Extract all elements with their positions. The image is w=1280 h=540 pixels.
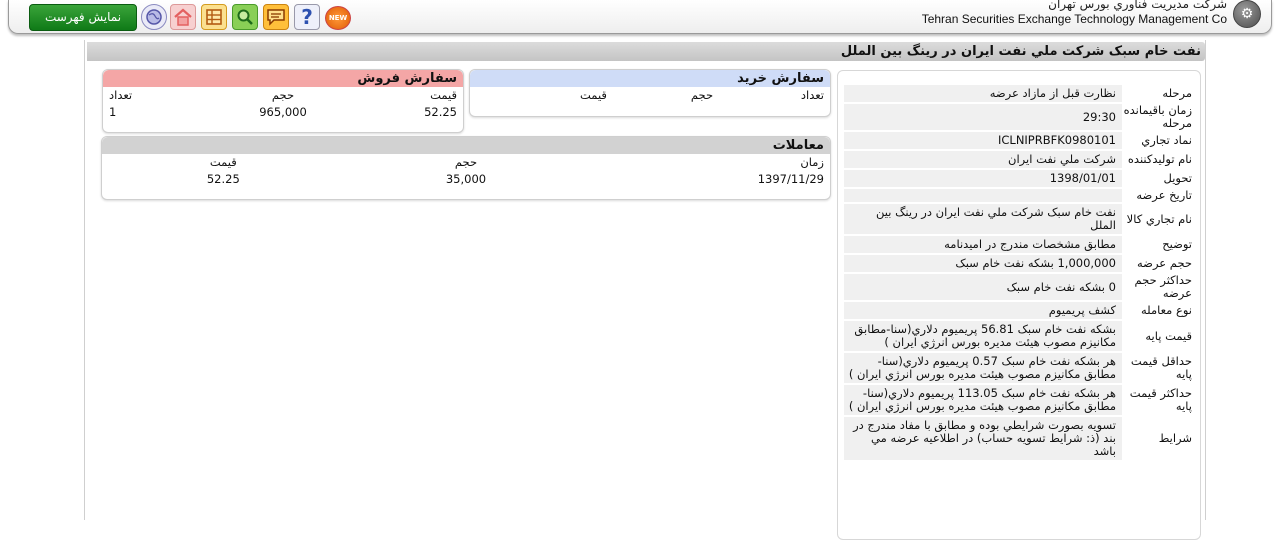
info-label: قيمت پايه [1145, 328, 1192, 343]
trades-col-time: زمان [800, 155, 824, 169]
info-row: نام توليدکننده شرکت ملي نفت ايران [844, 151, 1198, 168]
info-label: تحويل [1163, 171, 1192, 185]
info-row: مرحله نظارت قبل از مازاد عرضه [844, 85, 1198, 102]
info-row: نماد تجاري ICLNIPRBFK0980101 [844, 132, 1198, 149]
search-icon[interactable] [232, 4, 258, 30]
home-icon[interactable] [170, 4, 196, 30]
table-icon[interactable] [201, 4, 227, 30]
buy-col-volume: حجم [690, 88, 714, 102]
info-row: توضيح مطابق مشخصات مندرج در اميدنامه [844, 236, 1198, 253]
info-row: زمان باقيمانده مرحله 29:30 [844, 104, 1198, 130]
sell-price-cell: 52.25 [424, 105, 457, 119]
sell-col-price: قيمت [430, 88, 457, 102]
info-value: ICLNIPRBFK0980101 [844, 132, 1122, 149]
sell-volume-cell: 965,000 [259, 105, 307, 119]
company-name-fa: شرکت مديريت فناوري بورس تهران [1048, 0, 1227, 11]
info-label: حداکثر قيمت پايه [1129, 386, 1192, 413]
header-bar: ⚙ شرکت مديريت فناوري بورس تهران Tehran S… [8, 0, 1272, 34]
info-value: تسويه بصورت شرايطي بوده و مطابق با مفاد … [844, 417, 1122, 460]
info-value: 1,000,000 بشکه نفت خام سبک [844, 255, 1122, 272]
info-value: بشکه نفت خام سبک 56.81 پريميوم دلاري(سنا… [844, 321, 1122, 351]
info-value: کشف پريميوم [844, 302, 1122, 319]
table-row[interactable]: 52.25 965,000 1 [103, 104, 463, 121]
info-row: حداقل قيمت پايه هر بشکه نفت خام سبک 0.57 … [844, 353, 1198, 383]
info-value: 1398/01/01 [844, 170, 1122, 187]
info-label: حجم عرضه [1137, 256, 1192, 270]
info-row: تحويل 1398/01/01 [844, 170, 1198, 187]
info-value: هر بشکه نفت خام سبک 113.05 پريميوم دلاري… [844, 385, 1122, 415]
info-value: شرکت ملي نفت ايران [844, 151, 1122, 168]
trade-price-cell: 52.25 [206, 172, 240, 186]
info-value: هر بشکه نفت خام سبک 0.57 پريميوم دلاري(س… [844, 353, 1122, 383]
info-label: نماد تجاري [1141, 133, 1192, 147]
info-label: تاريخ عرضه [1136, 188, 1192, 202]
info-value: مطابق مشخصات مندرج در اميدنامه [844, 236, 1122, 253]
table-row[interactable]: 1397/11/29 35,000 52.25 [102, 171, 830, 188]
buy-orders-title: سفارش خريد [470, 70, 830, 87]
info-label: مرحله [1162, 86, 1192, 100]
info-value: نظارت قبل از مازاد عرضه [844, 85, 1122, 102]
info-label: نام توليدکننده [1127, 152, 1192, 166]
buy-col-count: تعداد [800, 88, 824, 102]
globe-icon[interactable] [141, 4, 167, 30]
trades-panel: معاملات زمان حجم قيمت 1397/11/29 35,000 … [101, 136, 831, 200]
info-row: حجم عرضه 1,000,000 بشکه نفت خام سبک [844, 255, 1198, 272]
trades-header: زمان حجم قيمت [102, 154, 830, 171]
info-label: نام تجاري کالا [1126, 211, 1192, 226]
info-label: نوع معامله [1140, 303, 1192, 317]
app-header: ⚙ شرکت مديريت فناوري بورس تهران Tehran S… [0, 0, 1280, 40]
buy-col-price: قيمت [580, 88, 607, 102]
info-label: حداقل قيمت پايه [1130, 354, 1192, 381]
info-value: نفت خام سبک شرکت ملي نفت ايران در رينگ ب… [844, 204, 1122, 234]
sell-col-count: تعداد [109, 88, 133, 102]
trades-col-price: قيمت [209, 155, 237, 169]
company-name-en: Tehran Securities Exchange Technology Ma… [921, 12, 1227, 26]
sell-col-volume: حجم [271, 88, 295, 102]
sell-orders-title: سفارش فروش [103, 70, 463, 87]
info-row: قيمت پايه بشکه نفت خام سبک 56.81 پريميوم … [844, 321, 1198, 351]
sell-count-cell: 1 [109, 105, 117, 119]
company-logo-icon: ⚙ [1233, 0, 1261, 28]
trade-time-cell: 1397/11/29 [757, 172, 824, 186]
info-row: حداکثر قيمت پايه هر بشکه نفت خام سبک 113.… [844, 385, 1198, 415]
info-label: توضيح [1162, 237, 1192, 251]
help-icon[interactable]: ? [294, 4, 320, 30]
offer-info-table: مرحله نظارت قبل از مازاد عرضه زمان باقيمان… [844, 83, 1198, 462]
info-value: 29:30 [844, 104, 1122, 130]
sell-orders-header: قيمت حجم تعداد [103, 87, 463, 104]
trades-col-volume: حجم [454, 155, 478, 169]
offer-info-panel: مرحله نظارت قبل از مازاد عرضه زمان باقيمان… [837, 70, 1201, 540]
page-title: نفت خام سبک شرکت ملي نفت ايران در رينگ ب… [87, 42, 1205, 61]
info-label: حداکثر حجم عرضه [1134, 273, 1192, 300]
info-row: نوع معامله کشف پريميوم [844, 302, 1198, 319]
trade-volume-cell: 35,000 [445, 172, 487, 186]
info-row: حداکثر حجم عرضه 0 بشکه نفت خام سبک [844, 274, 1198, 300]
info-row: شرايط تسويه بصورت شرايطي بوده و مطابق با … [844, 417, 1198, 460]
info-label: شرايط [1158, 431, 1192, 445]
new-badge-icon[interactable]: NEW [325, 6, 351, 30]
buy-orders-header: تعداد حجم قيمت [470, 87, 830, 104]
show-list-button[interactable]: نمايش فهرست [29, 4, 137, 31]
info-value: 0 بشکه نفت خام سبک [844, 274, 1122, 300]
buy-orders-panel: سفارش خريد تعداد حجم قيمت [469, 69, 831, 117]
info-row: تاريخ عرضه [844, 189, 1198, 202]
main-content: نفت خام سبک شرکت ملي نفت ايران در رينگ ب… [84, 40, 1206, 540]
sell-orders-panel: سفارش فروش قيمت حجم تعداد 52.25 965,000 … [102, 69, 464, 133]
info-value [844, 189, 1122, 202]
info-row: نام تجاري کالا نفت خام سبک شرکت ملي نفت ا… [844, 204, 1198, 234]
trades-title: معاملات [102, 137, 830, 154]
chat-icon[interactable] [263, 4, 289, 30]
info-label: زمان باقيمانده مرحله [1123, 103, 1192, 130]
